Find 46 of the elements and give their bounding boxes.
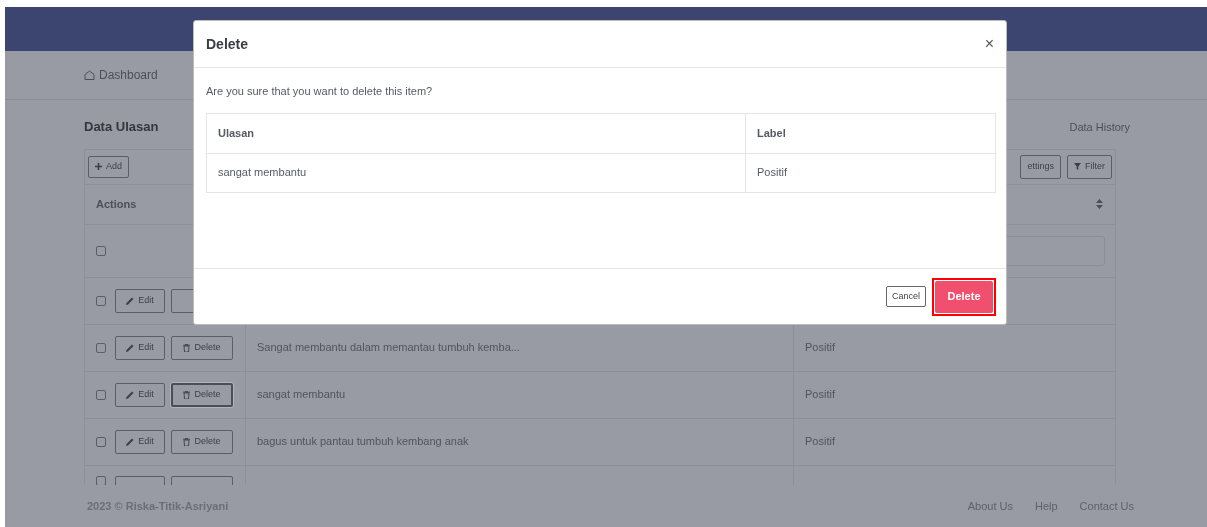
- checkbox[interactable]: [96, 295, 106, 306]
- table-cell-text: Sangat membantu dalam memantau tumbuh kemba...: [257, 340, 520, 356]
- checkbox[interactable]: [96, 389, 106, 400]
- edit-button[interactable]: Edit: [115, 382, 165, 407]
- sort-icon[interactable]: [1096, 199, 1103, 209]
- column-heading: Ulasan: [206, 113, 746, 153]
- home-icon: [84, 70, 95, 80]
- delete-button[interactable]: Delete: [171, 429, 233, 454]
- pencil-icon: [126, 390, 135, 399]
- delete-button[interactable]: Delete: [935, 280, 993, 313]
- table-cell-text: Positif: [805, 434, 835, 450]
- plus-icon: [95, 163, 102, 170]
- checkbox[interactable]: [96, 342, 106, 353]
- add-button[interactable]: Add: [88, 155, 129, 178]
- settings-button[interactable]: ettings: [1020, 154, 1061, 179]
- edit-button[interactable]: Edit: [115, 335, 165, 360]
- pencil-icon: [126, 343, 135, 352]
- close-button[interactable]: ×: [984, 36, 994, 52]
- filter-icon: [1074, 163, 1081, 170]
- dialog-title: Delete: [206, 34, 249, 54]
- edit-button[interactable]: Edit: [115, 288, 165, 313]
- data-history-link[interactable]: Data History: [1069, 118, 1130, 135]
- pencil-icon: [126, 296, 135, 305]
- table-cell: Positif: [745, 153, 996, 192]
- checkbox[interactable]: [96, 436, 106, 447]
- table-cell-text: Positif: [805, 340, 835, 356]
- table-cell-text: Positif: [805, 387, 835, 403]
- column-heading: Actions: [96, 196, 137, 212]
- table-cell-text: sangat membantu: [257, 387, 346, 403]
- column-heading: Label: [745, 113, 996, 153]
- dashboard-link[interactable]: Dashboard: [84, 66, 158, 84]
- footer-link[interactable]: Help: [1034, 497, 1058, 515]
- checkbox[interactable]: [96, 245, 106, 256]
- delete-button[interactable]: Delete: [171, 382, 233, 407]
- confirmation-message: Are you sure that you want to delete this item?: [206, 84, 434, 99]
- trash-icon: [183, 343, 191, 352]
- edit-button[interactable]: Edit: [115, 429, 165, 454]
- filter-button[interactable]: Filter: [1067, 154, 1112, 179]
- pencil-icon: [126, 437, 135, 446]
- delete-button[interactable]: Delete: [171, 335, 233, 360]
- trash-icon: [183, 437, 191, 446]
- table-cell-text: bagus untuk pantau tumbuh kembang anak: [257, 434, 469, 450]
- trash-icon: [183, 390, 191, 399]
- cancel-button[interactable]: Cancel: [886, 286, 926, 307]
- table-cell: sangat membantu: [206, 153, 746, 192]
- page-title: Data Ulasan: [84, 118, 159, 136]
